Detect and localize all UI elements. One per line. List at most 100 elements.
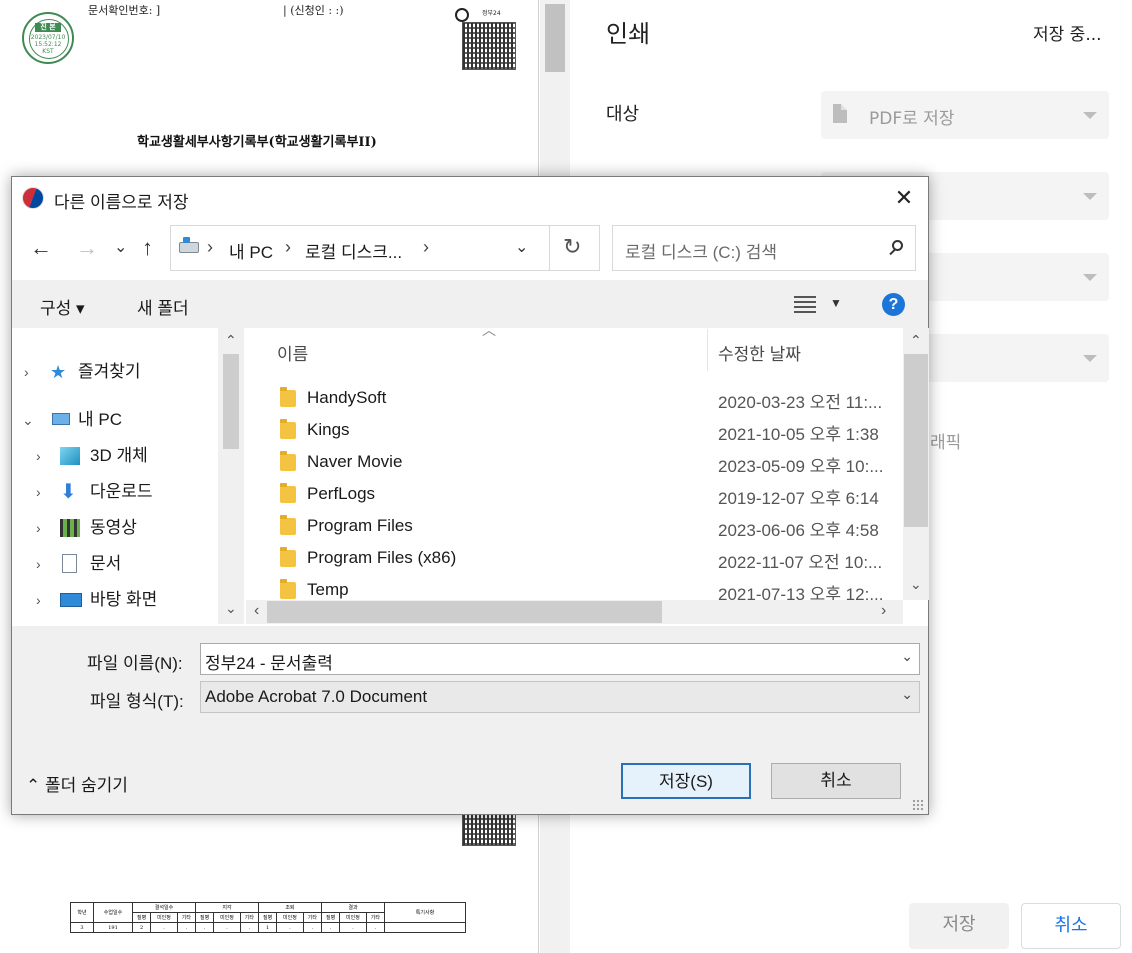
destination-select[interactable]: PDF로 저장: [821, 91, 1109, 139]
government-logo-icon: [455, 8, 469, 22]
tree-item-videos[interactable]: › 동영상: [36, 513, 216, 543]
faded-option-text: 래픽: [930, 433, 962, 453]
tree-item-favorites[interactable]: › ★ 즐겨찾기: [24, 357, 214, 387]
chevron-right-icon[interactable]: ›: [36, 585, 41, 615]
file-row-perflogs[interactable]: PerfLogs 2019-12-07 오후 6:14: [246, 478, 903, 510]
column-header-name[interactable]: 이름: [277, 340, 308, 365]
tree-item-documents[interactable]: › 문서: [36, 549, 216, 579]
chevron-right-icon[interactable]: ›: [24, 357, 29, 387]
destination-label: 대상: [606, 104, 640, 125]
save-as-dialog: 다른 이름으로 저장 ✕ ← → ⌄ ↑ › 내 PC › 로컬 디스크... …: [11, 176, 929, 815]
tree-scrollbar-thumb[interactable]: [223, 354, 239, 449]
folder-icon: [280, 387, 296, 407]
folder-icon: [280, 483, 296, 503]
corner-label: 정부24: [482, 10, 501, 17]
help-icon[interactable]: ?: [882, 293, 905, 316]
attendance-table: 학년 수업일수 결석일수 지각 조퇴 결과 특기사항 질병 미인정 기타 질병 미인정…: [70, 902, 466, 933]
file-list-horizontal-thumb[interactable]: [267, 601, 662, 623]
tree-item-downloads[interactable]: › ⬇ 다운로드: [36, 477, 216, 507]
recent-locations-icon[interactable]: ⌄: [114, 237, 127, 259]
navigation-pane: › ★ 즐겨찾기 ⌄ 내 PC › 3D 개체 › ⬇ 다운로드 › 동영상 ›…: [12, 328, 244, 624]
command-bar: 구성 ▾ 새 폴더 ▼ ?: [12, 280, 928, 328]
file-row-naver-movie[interactable]: Naver Movie 2023-05-09 오후 10:...: [246, 446, 903, 478]
search-icon[interactable]: [892, 240, 903, 251]
filename-label: 파일 이름(N):: [87, 654, 183, 673]
qr-code-bottom: [462, 810, 516, 846]
tree-item-desktop[interactable]: › 바탕 화면: [36, 585, 216, 615]
file-row-program-files[interactable]: Program Files 2023-06-06 오후 4:58: [246, 510, 903, 542]
document-title: 학교생활세부사항기록부(학교생활기록부II): [137, 135, 377, 150]
chevron-down-icon[interactable]: ⌄: [901, 648, 913, 665]
tree-item-this-pc[interactable]: ⌄ 내 PC: [22, 405, 212, 435]
scroll-down-icon[interactable]: ⌄: [225, 600, 237, 617]
applicant-label: | (신청인 : :): [283, 4, 344, 17]
sort-ascending-icon: ︿: [482, 322, 496, 338]
file-row-program-files-x86[interactable]: Program Files (x86) 2022-11-07 오전 10:...: [246, 542, 903, 574]
search-box[interactable]: 로컬 디스크 (C:) 검색: [612, 225, 916, 271]
filename-value: 정부24 - 문서출력: [205, 654, 333, 673]
folder-icon: [280, 451, 296, 471]
filetype-value: Adobe Acrobat 7.0 Document: [205, 687, 428, 706]
tree-item-3d-objects[interactable]: › 3D 개체: [36, 441, 216, 471]
drive-icon: [179, 237, 199, 253]
filename-input[interactable]: 정부24 - 문서출력 ⌄: [200, 643, 920, 675]
download-arrow-icon: ⬇: [60, 481, 77, 503]
chevron-down-icon: [1083, 355, 1097, 362]
document-icon: [62, 554, 77, 573]
folder-icon: [280, 515, 296, 535]
up-arrow-icon[interactable]: ↑: [142, 237, 153, 259]
app-icon: [22, 187, 44, 209]
file-list-vertical-thumb[interactable]: [904, 354, 928, 527]
new-folder-button[interactable]: 새 폴더: [137, 294, 189, 319]
doc-number-label: 문서확인번호: ]: [88, 4, 161, 17]
print-save-button[interactable]: 저장: [909, 903, 1009, 949]
scroll-down-icon[interactable]: ⌄: [910, 576, 922, 593]
preview-scrollbar-thumb[interactable]: [545, 4, 565, 72]
close-button[interactable]: ✕: [892, 186, 916, 210]
breadcrumb-this-pc[interactable]: 내 PC: [229, 238, 273, 263]
chevron-right-icon[interactable]: ›: [36, 477, 41, 507]
column-header-date-modified[interactable]: 수정한 날짜: [718, 340, 801, 365]
desktop-icon: [60, 593, 82, 607]
view-options-icon[interactable]: [794, 295, 816, 313]
caret-down-icon[interactable]: ▼: [830, 296, 842, 310]
chevron-down-icon: [1083, 112, 1097, 119]
cancel-button[interactable]: 취소: [771, 763, 901, 799]
address-bar[interactable]: › 내 PC › 로컬 디스크... › ⌄ ↻: [170, 225, 600, 271]
filetype-select[interactable]: Adobe Acrobat 7.0 Document ⌄: [200, 681, 920, 713]
save-button[interactable]: 저장(S): [621, 763, 751, 799]
qr-code-top: [462, 22, 516, 70]
folder-icon: [280, 547, 296, 567]
back-arrow-icon[interactable]: ←: [30, 237, 52, 259]
file-row-temp[interactable]: Temp 2021-07-13 오후 12:...: [246, 574, 903, 600]
video-icon: [60, 519, 80, 537]
file-row-handysoft[interactable]: HandySoft 2020-03-23 오전 11:...: [246, 382, 903, 414]
hide-folders-toggle[interactable]: ⌃ 폴더 숨기기: [26, 771, 128, 796]
certification-stamp: 진 본 2023/07/10 15:52:12 KST: [22, 12, 74, 64]
chevron-down-icon[interactable]: ⌄: [22, 405, 34, 435]
scroll-left-icon[interactable]: ‹: [254, 602, 259, 620]
chevron-right-icon[interactable]: ›: [36, 513, 41, 543]
chevron-down-icon[interactable]: ⌄: [515, 237, 528, 257]
breadcrumb-local-disk[interactable]: 로컬 디스크...: [305, 238, 402, 263]
scroll-right-icon[interactable]: ›: [881, 602, 886, 620]
organize-button[interactable]: 구성 ▾: [40, 294, 85, 319]
chevron-right-icon[interactable]: ›: [36, 441, 41, 471]
chevron-down-icon: [1083, 274, 1097, 281]
star-icon: ★: [50, 362, 67, 382]
print-cancel-button[interactable]: 취소: [1021, 903, 1121, 949]
forward-arrow-icon[interactable]: →: [76, 237, 98, 259]
print-status: 저장 중...: [1033, 25, 1102, 45]
folder-icon: [280, 579, 296, 599]
computer-icon: [52, 413, 70, 425]
chevron-down-icon[interactable]: ⌄: [901, 686, 913, 703]
filetype-label: 파일 형식(T):: [90, 692, 184, 711]
scroll-up-icon[interactable]: ⌃: [910, 332, 922, 349]
chevron-right-icon[interactable]: ›: [36, 549, 41, 579]
refresh-icon[interactable]: ↻: [563, 234, 581, 260]
resize-grip-icon[interactable]: [912, 799, 924, 811]
file-row-kings[interactable]: Kings 2021-10-05 오후 1:38: [246, 414, 903, 446]
scroll-up-icon[interactable]: ⌃: [225, 332, 237, 349]
print-title: 인쇄: [606, 20, 651, 48]
dialog-title: 다른 이름으로 저장: [54, 193, 189, 212]
